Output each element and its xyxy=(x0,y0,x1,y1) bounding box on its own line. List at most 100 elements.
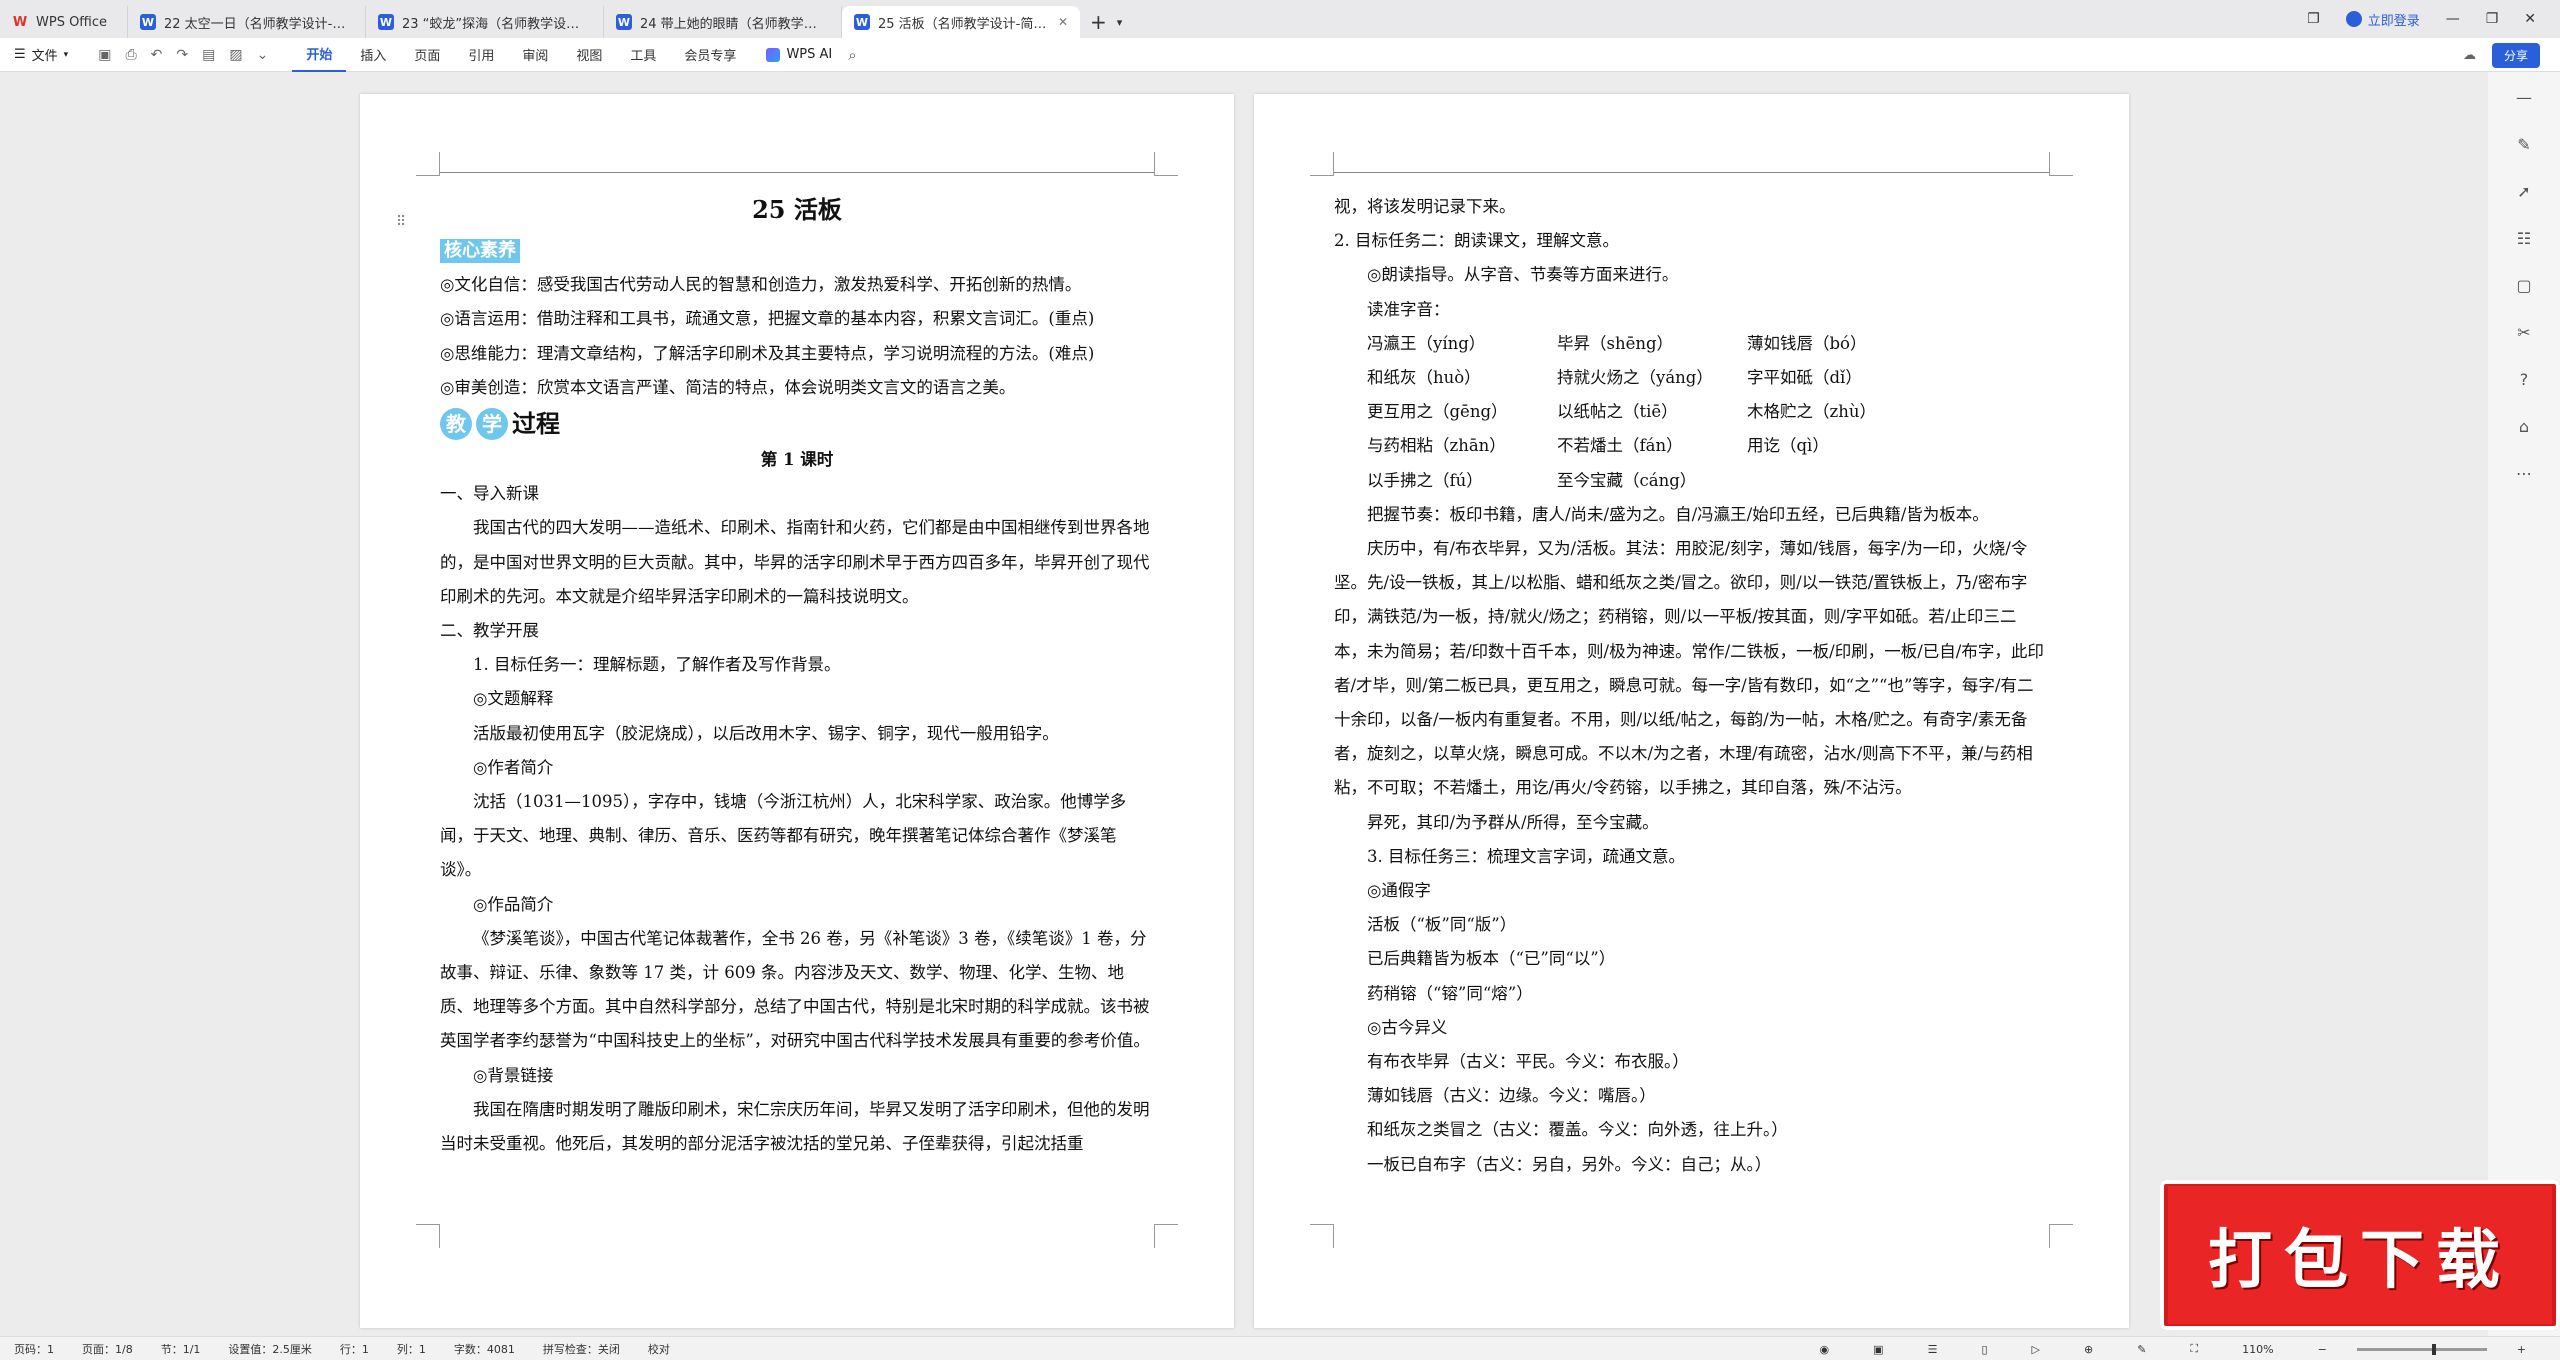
tab-doc-23[interactable]: W23 “蛟龙”探海（名师教学设计-简案） xyxy=(366,6,604,38)
ribbon-tab-review[interactable]: 审阅 xyxy=(508,38,562,72)
minimize-icon[interactable]: — xyxy=(2446,11,2460,27)
status-setting[interactable]: 设置值：2.5厘米 xyxy=(214,1341,326,1357)
sub-heading: ◎作品简介 xyxy=(473,894,554,914)
task-heading: 1. 目标任务一：理解标题，了解作者及写作背景。 xyxy=(473,655,841,675)
status-section[interactable]: 节：1/1 xyxy=(147,1341,215,1357)
paragraph: 我国古代的四大发明——造纸术、印刷术、指南针和火药，它们都是由中国相继传到世界各… xyxy=(440,518,1150,606)
document-page-1[interactable]: 25 活板 核心素养 ◎文化自信：感受我国古代劳动人民的智慧和创造力，激发热爱科… xyxy=(360,94,1234,1328)
status-bar: 页码：1 页面：1/8 节：1/1 设置值：2.5厘米 行：1 列：1 字数：4… xyxy=(0,1336,2560,1360)
status-page[interactable]: 页码：1 xyxy=(0,1341,68,1357)
page-view-icon[interactable]: ▣ xyxy=(1859,1343,1897,1356)
word-doc-icon: W xyxy=(378,14,394,30)
ribbon-tab-view[interactable]: 视图 xyxy=(562,38,616,72)
image-icon[interactable]: ▨ xyxy=(229,47,242,63)
list-item: 已后典籍皆为板本（“已”同“以”） xyxy=(1367,949,1616,969)
search-icon[interactable]: ⌕ xyxy=(848,46,856,64)
teaching-process-heading: 教学过程 xyxy=(440,405,1154,443)
restore-tabs-icon[interactable]: ❐ xyxy=(2307,11,2320,27)
close-icon[interactable]: ✕ xyxy=(1058,15,1068,29)
redo-icon[interactable]: ↷ xyxy=(176,47,188,63)
reading-row: 冯瀛王（yíng） 毕昇（shēng） 薄如钱唇（bó） xyxy=(1367,333,1867,353)
new-tab-plus-icon[interactable]: + xyxy=(1090,10,1107,34)
hamburger-icon: ☰ xyxy=(14,47,26,62)
sub-heading: 读准字音： xyxy=(1367,299,1450,319)
paragraph: 《梦溪笔谈》，中国古代笔记体裁著作，全书 26 卷，另《补笔谈》3 卷，《续笔谈… xyxy=(440,928,1150,1051)
chevron-down-icon[interactable]: ▾ xyxy=(1117,16,1123,29)
drag-handle-icon[interactable]: ⠿ xyxy=(396,214,406,230)
web-icon[interactable]: ⊕ xyxy=(2070,1343,2107,1356)
core-item: ◎思维能力：理清文章结构，了解活字印刷术及其主要特点，学习说明流程的方法。(难点… xyxy=(440,343,1095,363)
status-col: 列：1 xyxy=(396,1342,426,1356)
status-spell[interactable]: 拼写检查：关闭 xyxy=(529,1341,634,1357)
read-view-icon[interactable]: ▯ xyxy=(1967,1343,2001,1356)
document-page-2[interactable]: 视，将该发明记录下来。 2. 目标任务二：朗读课文，理解文意。 ◎朗读指导。从字… xyxy=(1254,94,2129,1328)
ribbon-tab-references[interactable]: 引用 xyxy=(454,38,508,72)
reading-row: 更互用之（gēng） 以纸帖之（tiē） 木格贮之（zhù） xyxy=(1367,402,1876,422)
zoom-in-icon[interactable]: + xyxy=(2503,1343,2540,1356)
edit-icon[interactable]: ✎ xyxy=(2517,135,2530,154)
file-menu-button[interactable]: ☰ 文件 ▾ xyxy=(0,45,82,64)
sub-heading: ◎作者简介 xyxy=(473,757,554,777)
select-cursor-icon[interactable]: ➚ xyxy=(2517,182,2530,201)
core-item: ◎语言运用：借助注释和工具书，疏通文意，把握文章的基本内容，积累文言词汇。(重点… xyxy=(440,309,1095,329)
close-window-icon[interactable]: ✕ xyxy=(2524,11,2536,27)
list-item: 有布衣毕昇（古义：平民。今义：布衣服。） xyxy=(1367,1052,1689,1072)
word-doc-icon: W xyxy=(616,14,632,30)
print-icon[interactable]: ⎙ xyxy=(125,47,136,63)
page-1-content: 25 活板 核心素养 ◎文化自信：感受我国古代劳动人民的智慧和创造力，激发热爱科… xyxy=(440,188,1154,1161)
chat-icon[interactable]: ▢ xyxy=(2516,276,2531,295)
wps-ai-icon xyxy=(766,47,781,62)
ribbon-tab-page[interactable]: 页面 xyxy=(400,38,454,72)
ribbon-tab-member[interactable]: 会员专享 xyxy=(670,38,750,72)
shirt-icon[interactable]: ⌂ xyxy=(2519,417,2529,436)
settings-sliders-icon[interactable]: ☷ xyxy=(2517,229,2531,248)
eye-icon[interactable]: ◉ xyxy=(1806,1343,1844,1356)
paragraph: 把握节奏：板印书籍，唐人/尚未/盛为之。自/冯瀛王/始印五经，已后典籍/皆为板本… xyxy=(1367,504,1989,524)
zoom-out-icon[interactable]: − xyxy=(2304,1343,2341,1356)
page-2-content: 视，将该发明记录下来。 2. 目标任务二：朗读课文，理解文意。 ◎朗读指导。从字… xyxy=(1334,190,2049,1182)
crop-mark xyxy=(1310,1224,1334,1248)
sub-heading: ◎文题解释 xyxy=(473,689,554,709)
play-icon[interactable]: ▷ xyxy=(2018,1343,2054,1356)
ribbon-tab-insert[interactable]: 插入 xyxy=(346,38,400,72)
more-icon[interactable]: ⋯ xyxy=(2516,464,2532,483)
toolbar: ☰ 文件 ▾ ▣ ⎙ ↶ ↷ ▤ ▨ ⌄ 开始 插入 页面 引用 审阅 视图 工具 … xyxy=(0,38,2560,72)
paragraph: 沈括（1031—1095），字存中，钱塘（今浙江杭州）人，北宋科学家、政治家。他… xyxy=(440,792,1127,880)
ribbon-tab-tools[interactable]: 工具 xyxy=(616,38,670,72)
collapse-icon[interactable]: — xyxy=(2516,88,2532,107)
chevron-down-icon[interactable]: ⌄ xyxy=(257,47,269,63)
list-item: 药稍镕（“镕”同“熔”） xyxy=(1367,983,1533,1003)
zoom-level[interactable]: 110% xyxy=(2228,1343,2287,1356)
pen-icon[interactable]: ✎ xyxy=(2123,1343,2160,1356)
tools-icon[interactable]: ✂ xyxy=(2517,323,2530,342)
zoom-slider-thumb[interactable] xyxy=(2432,1343,2437,1355)
tab-home[interactable]: W WPS Office xyxy=(0,6,128,38)
list-view-icon[interactable]: ☰ xyxy=(1914,1343,1952,1356)
tab-doc-25[interactable]: W 25 活板（名师教学设计-简案） ✕ xyxy=(842,6,1080,38)
tab-doc-22[interactable]: W22 太空一日（名师教学设计-简案）-2 xyxy=(128,6,366,38)
list-item: 和纸灰之类冒之（古义：覆盖。今义：向外透，往上升。） xyxy=(1367,1120,1788,1140)
crop-mark xyxy=(1154,152,1178,176)
share-button[interactable]: 分享 xyxy=(2491,42,2540,68)
undo-icon[interactable]: ↶ xyxy=(151,47,163,63)
crop-mark xyxy=(416,1224,440,1248)
section-heading: 一、导入新课 xyxy=(440,484,539,504)
cloud-sync-icon[interactable]: ☁ xyxy=(2463,48,2476,63)
ribbon-tabs: 开始 插入 页面 引用 审阅 视图 工具 会员专享 xyxy=(292,38,750,72)
sub-heading: ◎通假字 xyxy=(1367,881,1431,901)
wps-ai-button[interactable]: WPS AI xyxy=(750,47,848,62)
download-banner[interactable]: 打包下载 xyxy=(2160,1180,2560,1330)
save-icon[interactable]: ▣ xyxy=(98,47,111,63)
login-button[interactable]: 立即登录 xyxy=(2345,10,2420,29)
status-proof[interactable]: 校对 xyxy=(634,1341,684,1357)
header-line xyxy=(1334,172,2049,173)
maximize-icon[interactable]: ❐ xyxy=(2486,11,2499,27)
help-icon[interactable]: ? xyxy=(2520,370,2529,389)
zoom-slider[interactable] xyxy=(2356,1343,2487,1355)
export-pdf-icon[interactable]: ▤ xyxy=(202,47,215,63)
fit-icon[interactable]: ⛶ xyxy=(2176,1342,2212,1356)
ribbon-tab-home[interactable]: 开始 xyxy=(292,38,347,72)
tab-doc-24[interactable]: W24 带上她的眼睛（名师教学设计-简案） xyxy=(604,6,842,38)
status-pages[interactable]: 页面：1/8 xyxy=(68,1341,147,1357)
status-words[interactable]: 字数：4081 xyxy=(440,1341,529,1357)
